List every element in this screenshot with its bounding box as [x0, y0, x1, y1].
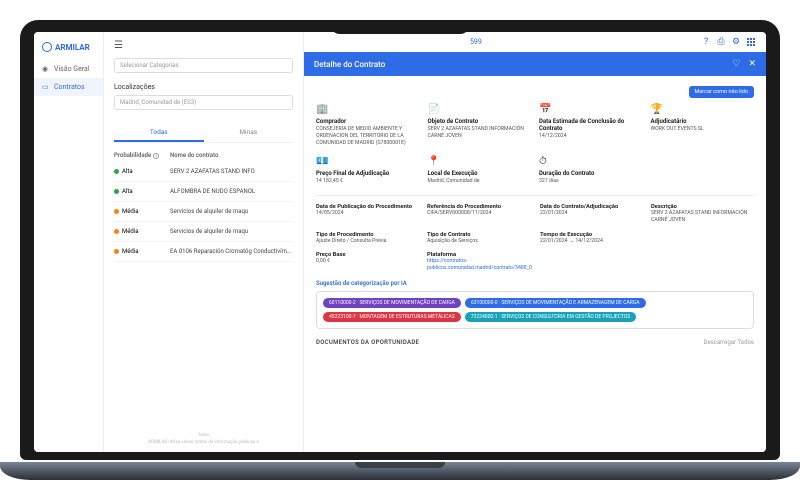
ai-suggestion-label: Sugestão de categorização por IA: [316, 280, 754, 287]
documents-title: DOCUMENTOS DA OPORTUNIDADE: [316, 339, 419, 346]
table-header: Probabilidade i Nome do contrato: [114, 149, 293, 162]
meta-exec-time: Tempo de Execução22/01/2024 → 14/12/2024: [540, 232, 643, 245]
settings-icon[interactable]: ⚙: [731, 37, 741, 47]
contract-name: EA 0106 Reparación Cromatóg Conductivíme…: [170, 248, 293, 255]
app-screen: ARMILAR ◉ Visão Geral ▭ Contratos ☰ Sele…: [34, 32, 766, 452]
contract-name: ALFOMBRA DE NUDO ESPAÑOL: [170, 188, 293, 195]
location-label: Localizações: [114, 83, 293, 91]
screen-bezel: ARMILAR ◉ Visão Geral ▭ Contratos ☰ Sele…: [20, 20, 780, 460]
footer-disclaimer: Aviso ARMILAR utiliza várias fontes de i…: [114, 433, 293, 446]
category-chips: 60110000-2 · SERVIÇOS DE MOVIMENTAÇÃO DE…: [316, 291, 754, 329]
card-duration: ⏱ Duração do Contrato 327 dias: [539, 156, 643, 185]
col-name: Nome do contrato: [170, 152, 293, 159]
status-dot: [114, 249, 119, 254]
mark-unread-button[interactable]: Marcar como não lido: [689, 86, 755, 98]
tab-all[interactable]: Todas: [114, 124, 204, 142]
card-buyer: 🏢 Comprador CONSEJERIA DE MEDIO AMBIENTE…: [316, 104, 420, 146]
detail-body: Marcar como não lido 🏢 Comprador CONSEJE…: [304, 76, 766, 452]
help-icon[interactable]: ?: [701, 37, 711, 47]
status-dot: [114, 169, 119, 174]
table-row[interactable]: Alta SERV 2 AZAFATAS STAND INFO: [114, 162, 293, 182]
status-dot: [114, 229, 119, 234]
file-icon: 📄: [428, 104, 532, 116]
doc-icon: ▭: [42, 83, 50, 91]
card-end-date: 📅 Data Estimada de Conclusão do Contrato…: [539, 104, 643, 146]
category-chip[interactable]: 63100000-0 · SERVIÇOS DE MOVIMENTAÇÃO E …: [465, 298, 646, 308]
eye-icon: ◉: [42, 65, 50, 73]
meta-award-date: Data do Contrato/Adjudicação22/01/2024: [540, 204, 643, 224]
status-dot: [114, 209, 119, 214]
main-panel: 599 ? ⎙ ⚙ Detalhe do Contrato ♡ ✕: [304, 32, 766, 452]
status-dot: [114, 189, 119, 194]
count-badge: 599: [470, 38, 482, 46]
table-row[interactable]: Média Servicios de alquiler de maqu: [114, 202, 293, 222]
category-chip[interactable]: 72224000-1 · SERVIÇOS DE CONSULTORIA EM …: [465, 312, 636, 322]
building-icon: 🏢: [316, 104, 420, 116]
meta-base-price: Preço Base0,00 €: [316, 252, 419, 272]
filter-panel: ☰ Selecionar Categorias Localizações Mad…: [104, 32, 304, 452]
money-icon: 💶: [316, 156, 420, 168]
brand-logo[interactable]: ARMILAR: [34, 40, 103, 60]
card-awardee: 🏆 Adjudicatário WORK OUT EVENTS SL: [651, 104, 755, 146]
meta-platform: Plataformahttps://contratos-publicos.com…: [427, 252, 532, 272]
sidebar-item-label: Visão Geral: [54, 65, 90, 73]
pin-icon: 📍: [428, 156, 532, 168]
col-probability: Probabilidade i: [114, 152, 164, 159]
location-select[interactable]: Madrid, Comunidad de (ES3): [114, 95, 293, 110]
clock-icon: ⏱: [539, 156, 643, 168]
table-row[interactable]: Média EA 0106 Reparación Cromatóg Conduc…: [114, 242, 293, 262]
table-row[interactable]: Alta ALFOMBRA DE NUDO ESPAÑOL: [114, 182, 293, 202]
favorite-icon[interactable]: ♡: [732, 59, 740, 69]
download-all-button[interactable]: Descarregar Todos: [704, 339, 754, 346]
divider: [316, 195, 754, 196]
trophy-icon: 🏆: [651, 104, 755, 116]
category-select[interactable]: Selecionar Categorias: [114, 58, 293, 73]
menu-toggle-icon[interactable]: ☰: [114, 40, 123, 51]
meta-empty: [651, 232, 754, 245]
card-price: 💶 Preço Final de Adjudicação 14 182,45 €: [316, 156, 420, 185]
list-tabs: Todas Minas: [114, 124, 293, 143]
contract-name: SERV 2 AZAFATAS STAND INFO: [170, 168, 293, 175]
meta-grid: Data de Publicação do Procedimento14/05/…: [316, 204, 754, 272]
close-icon[interactable]: ✕: [748, 59, 756, 69]
sidebar-item-contracts[interactable]: ▭ Contratos: [34, 78, 103, 96]
contract-name: Servicios de alquiler de maqu: [170, 208, 293, 215]
topbar: 599 ? ⎙ ⚙: [304, 32, 766, 52]
sidebar: ARMILAR ◉ Visão Geral ▭ Contratos: [34, 32, 104, 452]
meta-proc-type: Tipo de ProcedimentoAjuste Direto / Cons…: [316, 232, 419, 245]
logo-icon: [42, 42, 52, 52]
category-chip[interactable]: 60110000-2 · SERVIÇOS DE MOVIMENTAÇÃO DE…: [323, 298, 461, 308]
brand-name: ARMILAR: [55, 43, 90, 52]
grid-icon: [747, 38, 755, 46]
print-icon[interactable]: ⎙: [716, 37, 726, 47]
documents-section: DOCUMENTOS DA OPORTUNIDADE Descarregar T…: [316, 339, 754, 346]
contract-name: Servicios de alquiler de maqu: [170, 228, 293, 235]
apps-icon[interactable]: [746, 37, 756, 47]
tab-mine[interactable]: Minas: [204, 124, 294, 142]
detail-title: Detalhe do Contrato: [314, 60, 385, 69]
sidebar-item-label: Contratos: [54, 83, 85, 91]
category-chip[interactable]: 45223100-7 · MONTAGEM DE ESTRUTURAS METÁ…: [323, 312, 461, 322]
sidebar-item-overview[interactable]: ◉ Visão Geral: [34, 60, 103, 78]
laptop-base: [0, 462, 800, 480]
table-row[interactable]: Média Servicios de alquiler de maqu: [114, 222, 293, 242]
notch: [330, 20, 470, 34]
meta-contract-type: Tipo de ContratoAquisição de Serviços: [427, 232, 532, 245]
info-icon[interactable]: i: [153, 153, 159, 159]
detail-header: Detalhe do Contrato ♡ ✕: [304, 52, 766, 76]
laptop-mockup: ARMILAR ◉ Visão Geral ▭ Contratos ☰ Sele…: [20, 20, 780, 480]
meta-pub-date: Data de Publicação do Procedimento14/05/…: [316, 204, 419, 224]
info-grid: 🏢 Comprador CONSEJERIA DE MEDIO AMBIENTE…: [316, 104, 754, 185]
meta-ref: Referência do ProcedimentoCIFA/SERV00000…: [427, 204, 532, 224]
meta-desc: DescriçãoSERV 2 AZAFATAS STAND INFORMACI…: [651, 204, 754, 224]
card-location: 📍 Local de Execução Madrid, Comunidad de: [428, 156, 532, 185]
card-object: 📄 Objeto de Contrato SERV 2 AZAFATAS STA…: [428, 104, 532, 146]
calendar-icon: 📅: [539, 104, 643, 116]
